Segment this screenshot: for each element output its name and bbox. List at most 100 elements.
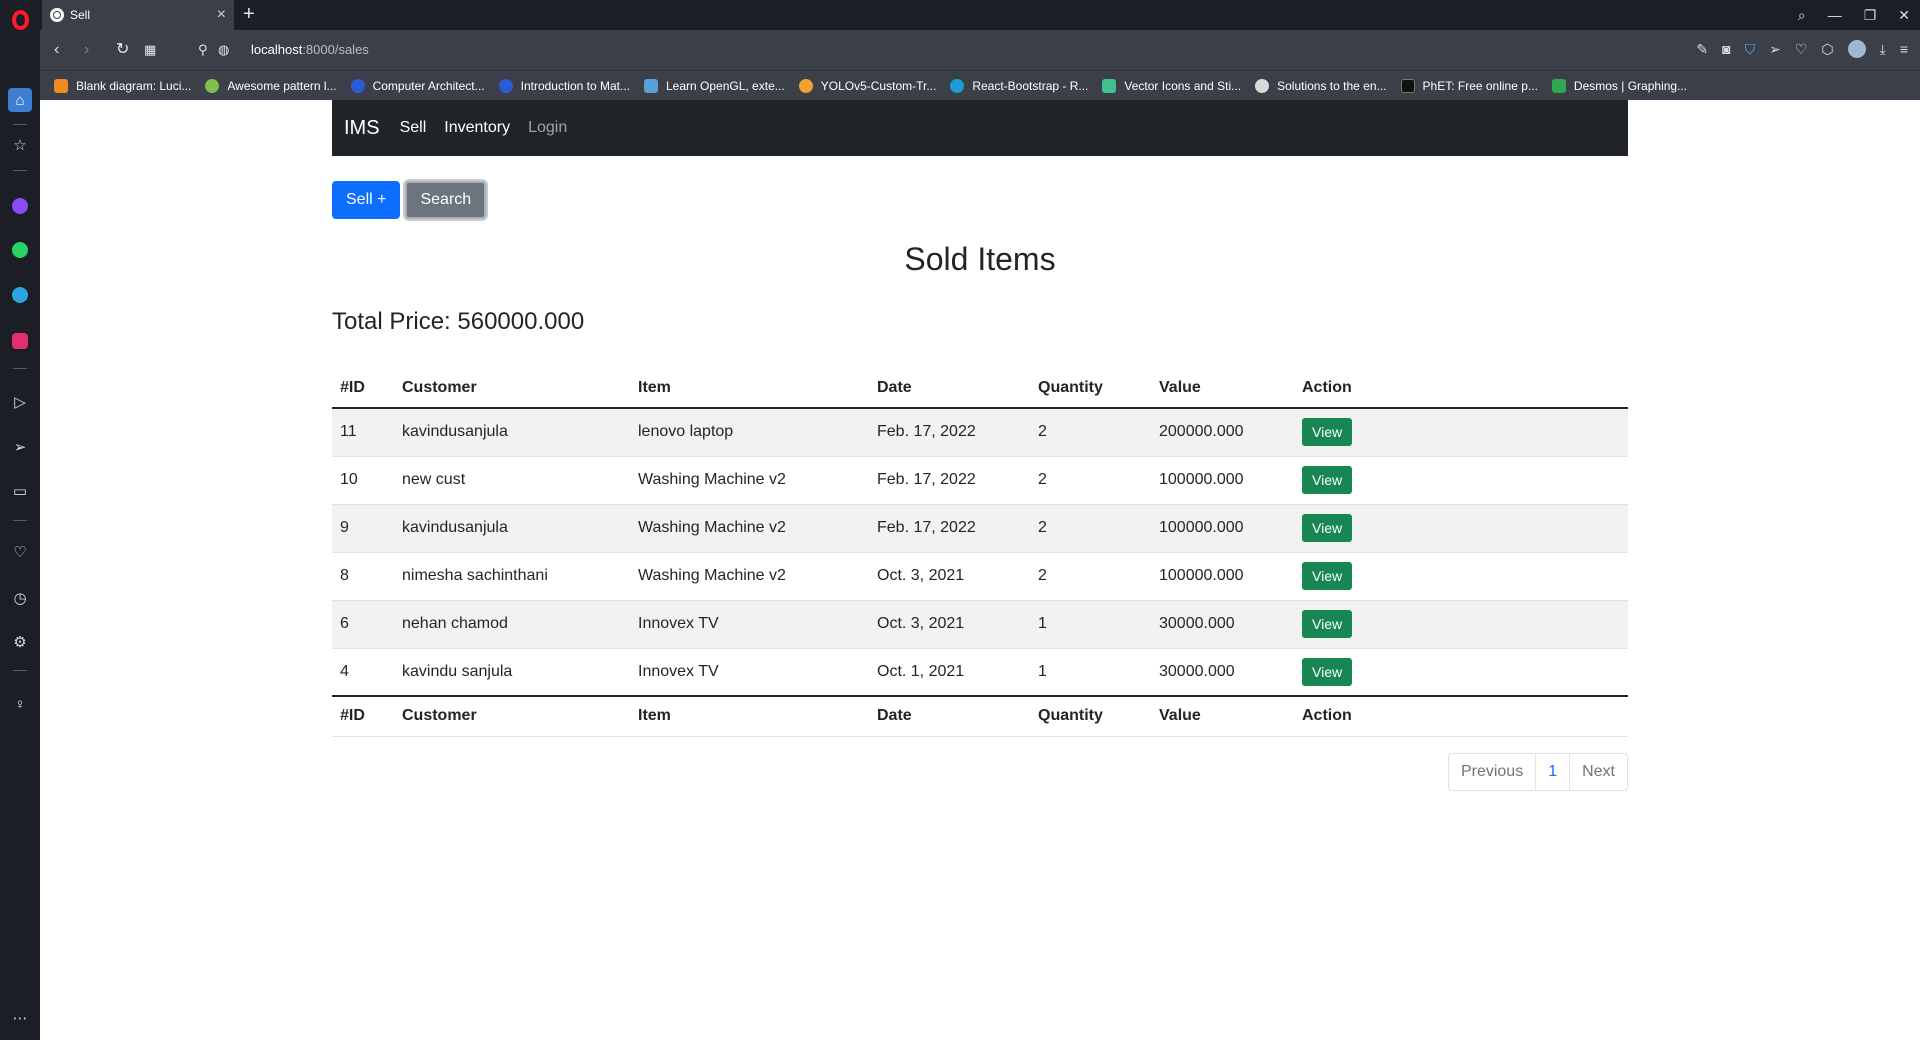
header-customer: Customer xyxy=(394,368,630,409)
minimize-icon[interactable]: — xyxy=(1828,7,1842,23)
player-icon[interactable]: ▷ xyxy=(8,390,32,414)
cell-id: 8 xyxy=(332,552,394,601)
send-icon[interactable]: ➢ xyxy=(1769,41,1781,58)
heart-icon[interactable]: ♡ xyxy=(1795,41,1808,58)
view-button[interactable]: View xyxy=(1302,514,1353,542)
pagination-next[interactable]: Next xyxy=(1569,752,1628,791)
flow-icon[interactable]: ➢ xyxy=(8,435,32,459)
cell-customer: nehan chamod xyxy=(394,600,630,649)
footer-quantity: Quantity xyxy=(1030,695,1151,737)
search-tabs-icon[interactable]: ⌕ xyxy=(1798,7,1806,24)
history-icon[interactable]: ◷ xyxy=(8,586,32,610)
cell-item: lenovo laptop xyxy=(630,408,869,457)
table-row: 4 kavindu sanjula Innovex TV Oct. 1, 202… xyxy=(332,648,1628,697)
cell-action: View xyxy=(1294,552,1628,601)
cell-customer: kavindusanjula xyxy=(394,504,630,553)
nav-link-sell[interactable]: Sell xyxy=(400,119,427,137)
new-tab-icon[interactable]: + xyxy=(243,2,255,26)
cube-icon[interactable]: ⬡ xyxy=(1821,41,1833,58)
cell-item: Innovex TV xyxy=(630,648,869,697)
more-icon[interactable]: ⋯ xyxy=(8,1006,32,1030)
cell-date: Oct. 1, 2021 xyxy=(869,648,1030,697)
cell-date: Feb. 17, 2022 xyxy=(869,504,1030,553)
url-field[interactable]: localhost:8000/sales xyxy=(251,42,369,57)
back-icon[interactable]: ‹ xyxy=(54,40,59,60)
home-icon[interactable]: ⌂ xyxy=(8,88,32,112)
cell-date: Feb. 17, 2022 xyxy=(869,456,1030,505)
address-bar: ‹ › ↻ ▦ ⚲ ◍ localhost:8000/sales ✎ ◙ ⛉ ➢… xyxy=(40,30,1920,70)
opera-logo-icon[interactable] xyxy=(8,8,32,32)
wallet-icon[interactable]: ▭ xyxy=(8,479,32,503)
bookmark-item[interactable]: PhET: Free online p... xyxy=(1400,78,1538,93)
pagination-page-1[interactable]: 1 xyxy=(1535,752,1571,791)
bookmark-item[interactable]: React-Bootstrap - R... xyxy=(950,78,1088,93)
edit-icon[interactable]: ✎ xyxy=(1696,41,1708,58)
close-tab-icon[interactable]: × xyxy=(217,7,226,23)
header-date: Date xyxy=(869,368,1030,409)
bookmarks-bar: Blank diagram: Luci... Awesome pattern l… xyxy=(40,70,1920,100)
menu-icon[interactable]: ≡ xyxy=(1900,41,1908,57)
bookmark-star-icon[interactable]: ☆ xyxy=(8,133,32,157)
view-button[interactable]: View xyxy=(1302,610,1353,638)
web-page: IMS Sell Inventory Login Sell + Search S… xyxy=(40,100,1920,1040)
lightbulb-icon[interactable]: ♀ xyxy=(8,692,32,716)
view-button[interactable]: View xyxy=(1302,466,1353,494)
settings-gear-icon[interactable]: ⚙ xyxy=(8,630,32,654)
nav-link-login[interactable]: Login xyxy=(528,119,567,137)
restore-icon[interactable]: ❐ xyxy=(1864,7,1877,24)
pagination-previous[interactable]: Previous xyxy=(1447,752,1537,791)
bookmark-item[interactable]: Blank diagram: Luci... xyxy=(54,78,191,93)
cell-value: 200000.000 xyxy=(1151,408,1294,457)
profile-avatar-icon[interactable] xyxy=(1847,40,1866,58)
cell-action: View xyxy=(1294,600,1628,649)
bookmark-item[interactable]: Solutions to the en... xyxy=(1255,78,1387,93)
close-window-icon[interactable]: ✕ xyxy=(1898,7,1910,24)
view-button[interactable]: View xyxy=(1302,562,1353,590)
bookmark-item[interactable]: Learn OpenGL, exte... xyxy=(644,78,785,93)
cell-quantity: 1 xyxy=(1030,600,1151,649)
cell-id: 10 xyxy=(332,456,394,505)
whatsapp-icon[interactable] xyxy=(8,238,32,262)
heart-icon[interactable]: ♡ xyxy=(8,540,32,564)
view-button[interactable]: View xyxy=(1302,418,1353,447)
cell-action: View xyxy=(1294,648,1628,697)
table-header-row: #ID Customer Item Date Quantity Value Ac… xyxy=(332,368,1628,409)
tiles-icon[interactable]: ▦ xyxy=(144,40,156,60)
view-button[interactable]: View xyxy=(1302,657,1353,686)
browser-sidebar: ⌂ ☆ ▷ ➢ ▭ ♡ ◷ ⚙ ♀ ⋯ xyxy=(0,0,40,1040)
header-quantity: Quantity xyxy=(1030,368,1151,409)
bookmark-item[interactable]: Desmos | Graphing... xyxy=(1551,78,1687,93)
header-value: Value xyxy=(1151,368,1294,409)
cell-date: Oct. 3, 2021 xyxy=(869,600,1030,649)
cell-item: Washing Machine v2 xyxy=(630,504,869,553)
telegram-icon[interactable] xyxy=(8,283,32,307)
pagination: Previous 1 Next xyxy=(1447,752,1628,791)
bookmark-favicon-icon xyxy=(1102,78,1117,93)
header-item: Item xyxy=(630,368,869,409)
browser-tab[interactable]: Sell × xyxy=(42,0,234,30)
total-price: Total Price: 560000.000 xyxy=(332,308,585,335)
bookmark-item[interactable]: Awesome pattern l... xyxy=(205,78,337,93)
bookmark-item[interactable]: Vector Icons and Sti... xyxy=(1102,78,1241,93)
download-icon[interactable]: ⤓ xyxy=(1880,41,1886,58)
messenger-icon[interactable] xyxy=(8,194,32,218)
site-info-globe-icon[interactable]: ◍ xyxy=(218,40,229,60)
nav-link-inventory[interactable]: Inventory xyxy=(444,119,510,137)
bookmark-favicon-icon xyxy=(644,78,658,93)
instagram-icon[interactable] xyxy=(8,329,32,353)
bookmark-item[interactable]: Computer Architect... xyxy=(350,78,485,93)
reload-icon[interactable]: ↻ xyxy=(116,40,129,60)
forward-icon[interactable]: › xyxy=(84,40,89,60)
sell-button[interactable]: Sell + xyxy=(332,181,401,219)
cell-value: 30000.000 xyxy=(1151,648,1294,697)
bookmark-favicon-icon xyxy=(54,78,68,93)
cell-quantity: 2 xyxy=(1030,408,1151,457)
bookmark-item[interactable]: YOLOv5-Custom-Tr... xyxy=(798,78,936,93)
vpn-shield-icon[interactable]: ⛉ xyxy=(1745,41,1756,58)
search-button[interactable]: Search xyxy=(405,181,487,219)
snapshot-icon[interactable]: ◙ xyxy=(1722,41,1730,57)
bookmark-item[interactable]: Introduction to Mat... xyxy=(498,78,630,93)
cell-item: Washing Machine v2 xyxy=(630,552,869,601)
security-icon[interactable]: ⚲ xyxy=(198,40,208,60)
navbar-brand[interactable]: IMS xyxy=(344,117,380,140)
